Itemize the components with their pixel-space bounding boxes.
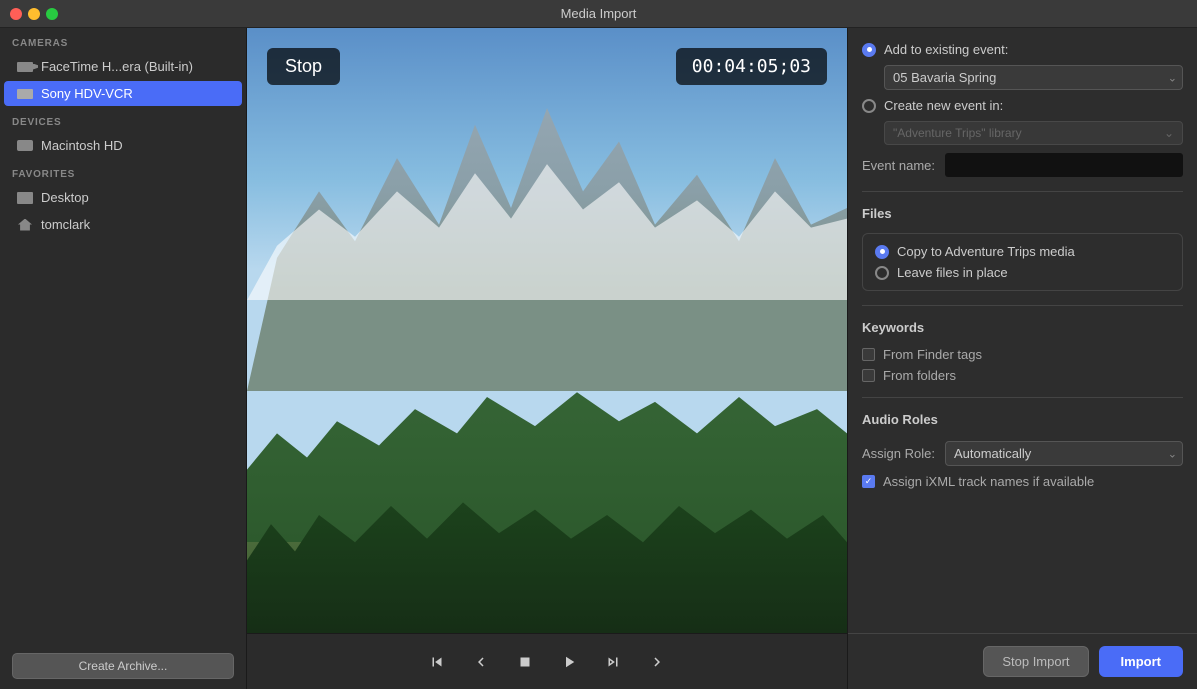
from-finder-tags-row[interactable]: From Finder tags xyxy=(862,347,1183,362)
existing-event-wrapper[interactable]: 05 Bavaria Spring ⌄ xyxy=(884,65,1183,90)
ixml-row[interactable]: Assign iXML track names if available xyxy=(862,474,1183,489)
cameras-section-label: CAMERAS xyxy=(0,28,246,53)
create-new-radio[interactable] xyxy=(862,99,876,113)
dropdown-chevron-disabled-icon: ⌄ xyxy=(1164,126,1174,140)
sidebar-item-desktop[interactable]: Desktop xyxy=(4,185,242,210)
video-area: Stop 00:04:05;03 xyxy=(247,28,847,689)
maximize-button[interactable] xyxy=(46,8,58,20)
play-button[interactable] xyxy=(555,648,583,676)
new-event-library-dropdown: "Adventure Trips" library ⌄ xyxy=(884,121,1183,145)
jump-to-start-button[interactable] xyxy=(423,648,451,676)
create-new-label: Create new event in: xyxy=(884,98,1003,113)
event-section: Add to existing event: 05 Bavaria Spring… xyxy=(862,42,1183,177)
sidebar-item-label: FaceTime H...era (Built-in) xyxy=(41,59,193,74)
existing-event-dropdown-row[interactable]: 05 Bavaria Spring ⌄ xyxy=(884,65,1183,90)
sidebar-item-tomclark[interactable]: tomclark xyxy=(4,212,242,237)
assign-role-row: Assign Role: Automatically ⌄ xyxy=(862,441,1183,466)
event-name-row: Event name: xyxy=(862,153,1183,177)
stop-import-button[interactable]: Stop Import xyxy=(983,646,1088,677)
panel-divider-1 xyxy=(862,191,1183,192)
leave-files-label: Leave files in place xyxy=(897,265,1008,280)
sidebar-item-label: tomclark xyxy=(41,217,90,232)
new-event-library-row: "Adventure Trips" library ⌄ xyxy=(884,121,1183,145)
sidebar-item-label: Sony HDV-VCR xyxy=(41,86,133,101)
hd-icon xyxy=(16,139,34,153)
new-event-library-label: "Adventure Trips" library xyxy=(893,126,1022,140)
favorites-section-label: FAVORITES xyxy=(0,159,246,184)
ixml-checkbox[interactable] xyxy=(862,475,875,488)
video-frame: Stop 00:04:05;03 xyxy=(247,28,847,633)
step-back-button[interactable] xyxy=(467,648,495,676)
playback-controls xyxy=(247,633,847,689)
stop-button[interactable] xyxy=(511,648,539,676)
traffic-lights xyxy=(10,8,58,20)
camera-icon xyxy=(16,60,34,74)
leave-files-radio[interactable] xyxy=(875,266,889,280)
create-archive-button[interactable]: Create Archive... xyxy=(12,653,234,679)
jump-to-end-button[interactable] xyxy=(599,648,627,676)
minimize-button[interactable] xyxy=(28,8,40,20)
leave-files-row[interactable]: Leave files in place xyxy=(875,265,1170,280)
add-existing-event-row[interactable]: Add to existing event: xyxy=(862,42,1183,57)
files-section-header: Files xyxy=(862,206,1183,221)
close-button[interactable] xyxy=(10,8,22,20)
right-panel-footer: Stop Import Import xyxy=(848,633,1197,689)
keywords-section-header: Keywords xyxy=(862,320,1183,335)
sidebar-item-sony-hdv[interactable]: Sony HDV-VCR xyxy=(4,81,242,106)
copy-files-row[interactable]: Copy to Adventure Trips media xyxy=(875,244,1170,259)
ixml-label: Assign iXML track names if available xyxy=(883,474,1094,489)
files-box: Copy to Adventure Trips media Leave file… xyxy=(862,233,1183,291)
vcr-icon xyxy=(16,87,34,101)
from-folders-checkbox[interactable] xyxy=(862,369,875,382)
assign-role-select[interactable]: Automatically xyxy=(945,441,1183,466)
sidebar-item-macintosh-hd[interactable]: Macintosh HD xyxy=(4,133,242,158)
main-content: CAMERAS FaceTime H...era (Built-in) Sony… xyxy=(0,28,1197,689)
titlebar: Media Import xyxy=(0,0,1197,28)
sidebar-item-facetime[interactable]: FaceTime H...era (Built-in) xyxy=(4,54,242,79)
event-name-input[interactable] xyxy=(945,153,1183,177)
panel-divider-2 xyxy=(862,305,1183,306)
sidebar-item-label: Desktop xyxy=(41,190,89,205)
from-folders-row[interactable]: From folders xyxy=(862,368,1183,383)
add-existing-label: Add to existing event: xyxy=(884,42,1008,57)
existing-event-select[interactable]: 05 Bavaria Spring xyxy=(884,65,1183,90)
from-finder-tags-checkbox[interactable] xyxy=(862,348,875,361)
event-name-label: Event name: xyxy=(862,158,935,173)
video-background xyxy=(247,28,847,633)
files-section: Files Copy to Adventure Trips media Leav… xyxy=(862,206,1183,291)
sidebar: CAMERAS FaceTime H...era (Built-in) Sony… xyxy=(0,28,247,689)
devices-section-label: DEVICES xyxy=(0,107,246,132)
next-button[interactable] xyxy=(643,648,671,676)
right-panel-inner: Add to existing event: 05 Bavaria Spring… xyxy=(848,28,1197,633)
stop-overlay: Stop xyxy=(267,48,340,85)
timecode-overlay: 00:04:05;03 xyxy=(676,48,827,85)
import-button[interactable]: Import xyxy=(1099,646,1183,677)
assign-role-label: Assign Role: xyxy=(862,446,935,461)
from-finder-tags-label: From Finder tags xyxy=(883,347,982,362)
panel-divider-3 xyxy=(862,397,1183,398)
sidebar-item-label: Macintosh HD xyxy=(41,138,123,153)
window-title: Media Import xyxy=(561,6,637,21)
home-icon xyxy=(16,218,34,232)
create-new-event-row[interactable]: Create new event in: xyxy=(862,98,1183,113)
desktop-icon xyxy=(16,191,34,205)
video-container: Stop 00:04:05;03 xyxy=(247,28,847,633)
right-panel: Add to existing event: 05 Bavaria Spring… xyxy=(847,28,1197,689)
from-folders-label: From folders xyxy=(883,368,956,383)
audio-roles-section: Audio Roles Assign Role: Automatically ⌄… xyxy=(862,412,1183,489)
assign-role-wrapper[interactable]: Automatically ⌄ xyxy=(945,441,1183,466)
copy-files-label: Copy to Adventure Trips media xyxy=(897,244,1075,259)
add-existing-radio[interactable] xyxy=(862,43,876,57)
keywords-section: Keywords From Finder tags From folders xyxy=(862,320,1183,383)
sidebar-footer: Create Archive... xyxy=(0,643,246,689)
audio-roles-header: Audio Roles xyxy=(862,412,1183,427)
copy-files-radio[interactable] xyxy=(875,245,889,259)
